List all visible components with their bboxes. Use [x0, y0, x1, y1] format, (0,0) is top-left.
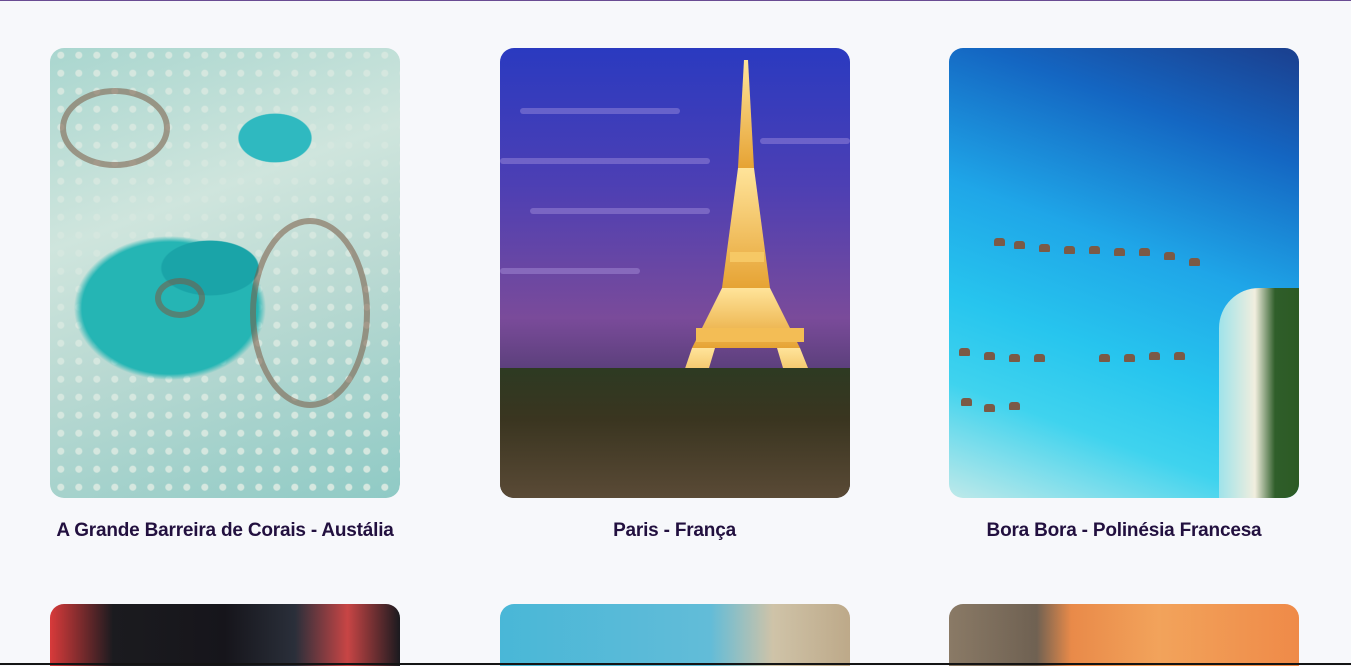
bungalow [1089, 246, 1100, 254]
destination-caption: Paris - França [613, 520, 736, 541]
destination-card-tokyo[interactable] [50, 604, 400, 666]
bungalow [1064, 246, 1075, 254]
destination-caption: A Grande Barreira de Corais - Austália [56, 520, 394, 541]
bungalow [1139, 248, 1150, 256]
destination-caption: Bora Bora - Polinésia Francesa [986, 520, 1262, 541]
destination-grid: A Grande Barreira de Corais - Austália P… [50, 48, 1299, 666]
rome-colosseum-photo[interactable] [499, 604, 850, 666]
reef-island-ring [155, 278, 205, 318]
bungalow [959, 348, 970, 356]
bungalow [984, 404, 995, 412]
reef-outline-ring [250, 218, 370, 408]
bungalow [1149, 352, 1160, 360]
reef-outline-ring [60, 88, 170, 168]
eiffel-tower-photo[interactable] [499, 48, 850, 498]
bungalow [984, 352, 995, 360]
tokyo-street-neon-photo[interactable] [50, 604, 400, 666]
top-border [0, 0, 1351, 1]
bungalow [1174, 352, 1185, 360]
bungalow [1009, 354, 1020, 362]
bungalow [961, 398, 972, 406]
city-lights-ground [499, 368, 850, 498]
bungalow [1034, 354, 1045, 362]
sunset-city-photo[interactable] [949, 604, 1299, 666]
bungalow [1114, 248, 1125, 256]
bungalow [1009, 402, 1020, 410]
bungalow [1099, 354, 1110, 362]
bungalow [1189, 258, 1200, 266]
destination-card-paris[interactable]: Paris - França [499, 48, 850, 604]
bungalow [1164, 252, 1175, 260]
beach-shore [1219, 288, 1299, 498]
destination-card-rome[interactable] [499, 604, 850, 666]
destination-card-bora-bora[interactable]: Bora Bora - Polinésia Francesa [949, 48, 1299, 604]
bungalow [1124, 354, 1135, 362]
bungalow [994, 238, 1005, 246]
bungalow [1039, 244, 1050, 252]
bungalow [1014, 241, 1025, 249]
bora-bora-overwater-bungalows-photo[interactable] [949, 48, 1299, 498]
destination-card-great-barrier-reef[interactable]: A Grande Barreira de Corais - Austália [50, 48, 400, 604]
destination-card-sunset-city[interactable] [949, 604, 1299, 666]
great-barrier-reef-photo[interactable] [50, 48, 400, 498]
